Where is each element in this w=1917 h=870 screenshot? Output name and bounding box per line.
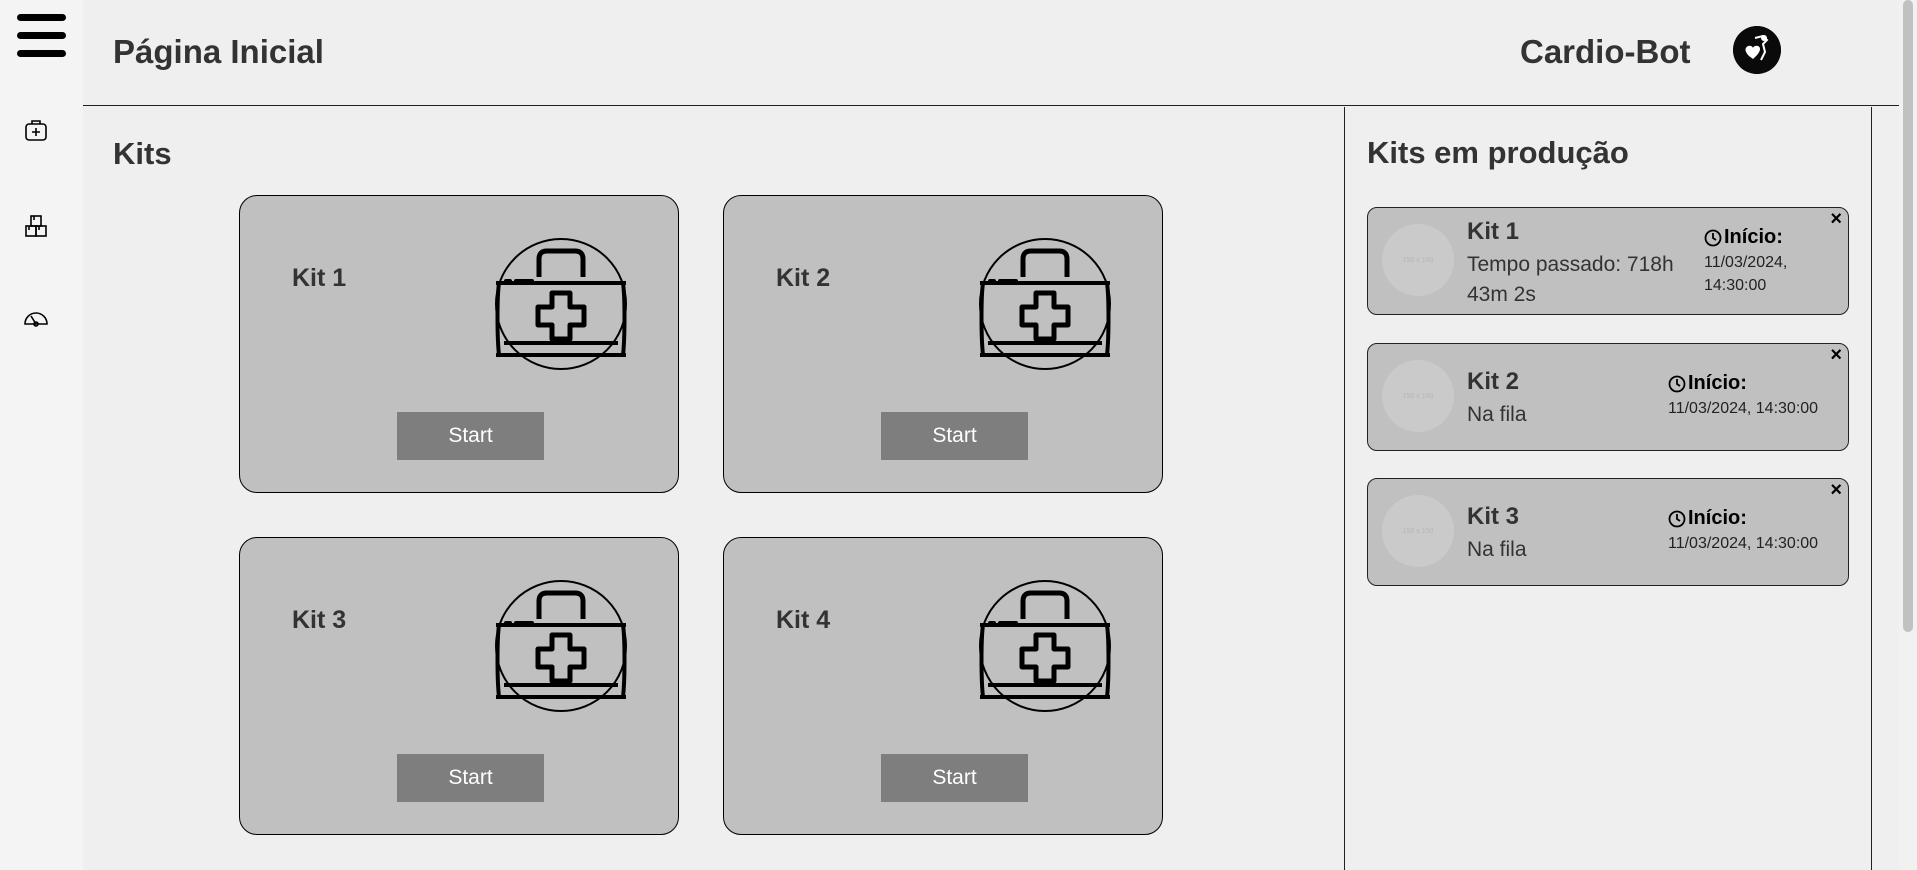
avatar[interactable] xyxy=(1733,26,1781,74)
start-label: Início: xyxy=(1724,226,1783,248)
production-item-name: Kit 2 xyxy=(1467,368,1520,395)
first-aid-kit-icon xyxy=(978,237,1112,371)
start-label: Início: xyxy=(1688,372,1747,394)
production-item-status: Na fila xyxy=(1467,538,1527,561)
clock-icon xyxy=(1704,229,1722,246)
start-button[interactable]: Start xyxy=(397,412,544,460)
kits-heading: Kits xyxy=(113,136,172,171)
kit-card: Kit 2 Start xyxy=(723,195,1163,493)
scrollbar-thumb[interactable] xyxy=(1903,0,1913,632)
production-item-status: Tempo passado: 718h 43m 2s xyxy=(1467,253,1674,306)
kit-thumbnail: 150 x 150 xyxy=(1382,495,1454,567)
top-header: Página Inicial Cardio-Bot xyxy=(83,0,1899,106)
kit-name: Kit 3 xyxy=(292,606,347,634)
first-aid-kit-icon xyxy=(494,237,628,371)
production-item-name: Kit 3 xyxy=(1467,503,1520,530)
production-item: 150 x 150 Kit 2 Na fila × Início: 11/03/… xyxy=(1367,343,1849,451)
start-time: Início: 11/03/2024, 14:30:00 xyxy=(1668,372,1818,420)
production-item-status: Na fila xyxy=(1467,403,1527,426)
hamburger-menu-icon[interactable] xyxy=(17,14,66,58)
start-time: Início: 11/03/2024, 14:30:00 xyxy=(1704,226,1814,297)
start-date: 11/03/2024, 14:30:00 xyxy=(1704,254,1788,294)
production-item: 150 x 150 Kit 3 Na fila × Início: 11/03/… xyxy=(1367,478,1849,586)
start-date: 11/03/2024, 14:30:00 xyxy=(1668,400,1819,417)
kit-name: Kit 1 xyxy=(292,264,347,292)
first-aid-kit-icon xyxy=(494,579,628,713)
production-item-name: Kit 1 xyxy=(1467,218,1520,245)
medical-bag-icon[interactable] xyxy=(22,116,50,144)
start-date: 11/03/2024, 14:30:00 xyxy=(1668,535,1819,552)
kit-card: Kit 4 Start xyxy=(723,537,1163,835)
kit-name: Kit 4 xyxy=(776,606,831,634)
close-icon[interactable]: × xyxy=(1830,479,1842,502)
clock-icon xyxy=(1668,510,1686,527)
kit-card: Kit 1 Start xyxy=(239,195,679,493)
boxes-icon[interactable] xyxy=(22,212,50,240)
kit-thumbnail: 150 x 150 xyxy=(1382,224,1454,296)
start-button[interactable]: Start xyxy=(881,754,1028,802)
start-label: Início: xyxy=(1688,507,1747,529)
scrollbar[interactable] xyxy=(1899,0,1917,870)
production-heading: Kits em produção xyxy=(1367,135,1629,170)
kit-card: Kit 3 Start xyxy=(239,537,679,835)
clock-icon xyxy=(1668,375,1686,392)
kit-thumbnail: 150 x 150 xyxy=(1382,360,1454,432)
brand-name: Cardio-Bot xyxy=(1520,33,1691,70)
first-aid-kit-icon xyxy=(978,579,1112,713)
start-button[interactable]: Start xyxy=(881,412,1028,460)
dashboard-gauge-icon[interactable] xyxy=(22,304,50,332)
close-icon[interactable]: × xyxy=(1830,344,1842,367)
close-icon[interactable]: × xyxy=(1830,208,1842,231)
start-button[interactable]: Start xyxy=(397,754,544,802)
start-time: Início: 11/03/2024, 14:30:00 xyxy=(1668,507,1818,555)
production-panel: Kits em produção 150 x 150 Kit 1 Tempo p… xyxy=(1344,107,1872,870)
kit-name: Kit 2 xyxy=(776,264,831,292)
page-title: Página Inicial xyxy=(113,33,324,70)
production-item: 150 x 150 Kit 1 Tempo passado: 718h 43m … xyxy=(1367,207,1849,315)
sidebar xyxy=(0,0,83,870)
